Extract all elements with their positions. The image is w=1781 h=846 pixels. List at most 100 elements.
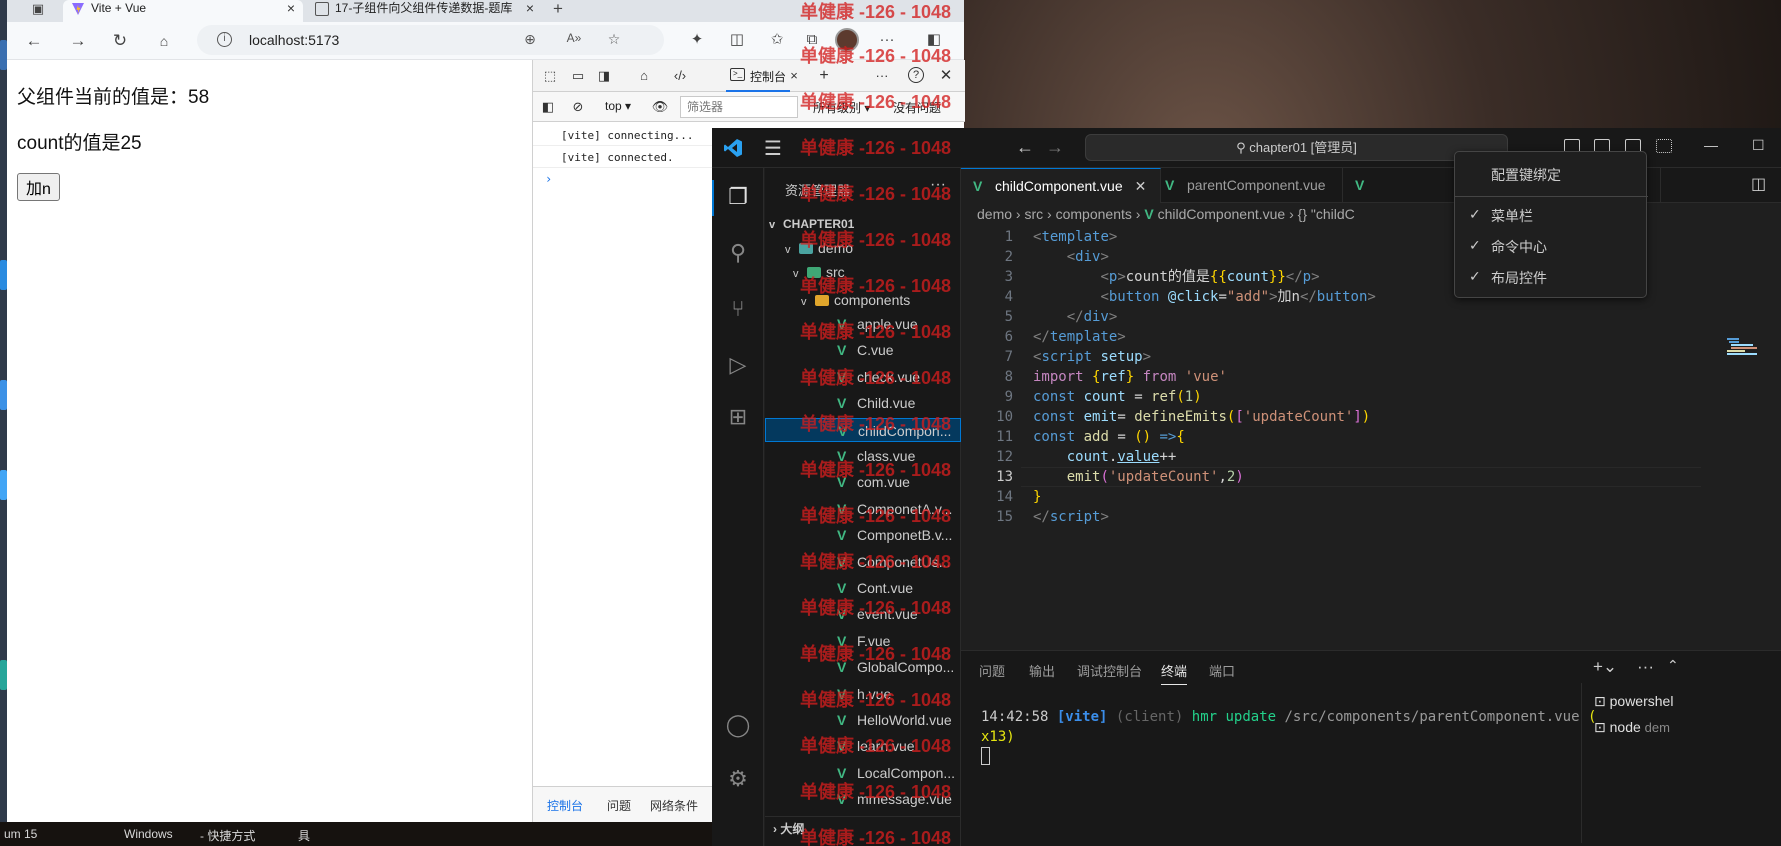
breadcrumb-components[interactable]: components	[1056, 206, 1132, 222]
maximize-panel-icon[interactable]: ⌃	[1667, 657, 1679, 674]
panel-tab-problems[interactable]: 问题	[979, 661, 1005, 680]
workspaces-icon[interactable]: ▣	[27, 0, 49, 20]
sidebar-toggle-icon[interactable]: ◧	[539, 98, 557, 116]
search-icon[interactable]: ⚲	[725, 240, 751, 266]
live-expression-eye-icon[interactable]: 👁	[651, 98, 669, 116]
console-tab-label: 控制台	[750, 70, 787, 84]
source-control-icon[interactable]: ⑂	[725, 296, 751, 322]
help-icon[interactable]: ?	[908, 67, 924, 83]
favorites-icon[interactable]: ✩	[767, 30, 787, 50]
new-tab-icon[interactable]: +	[547, 0, 569, 20]
context-select[interactable]: top ▾	[599, 98, 637, 116]
more-icon[interactable]: ···	[1637, 657, 1654, 677]
clear-console-icon[interactable]: ⊘	[569, 98, 587, 116]
desktop-icon[interactable]	[0, 380, 7, 410]
explorer-icon[interactable]: ❐	[725, 184, 751, 210]
taskbar-tool[interactable]: 具	[298, 827, 310, 844]
zoom-icon[interactable]: ⊕	[521, 31, 539, 49]
terminal-output[interactable]: 14:42:58 [vite] (client) hmr update /src…	[981, 707, 1596, 767]
menu-item-keybindings[interactable]: 配置键绑定	[1491, 165, 1561, 185]
split-screen-icon[interactable]: ◫	[727, 30, 747, 50]
vscode-logo-icon	[724, 139, 742, 157]
vue-file-icon: V	[837, 395, 847, 412]
breadcrumb-src[interactable]: src	[1024, 206, 1043, 222]
add-n-button[interactable]: 加n	[17, 173, 60, 201]
elements-icon[interactable]: ‹/›	[671, 67, 689, 85]
close-icon[interactable]: ×	[522, 0, 534, 16]
taskbar-shortcut[interactable]: - 快捷方式	[200, 827, 255, 844]
taskbar-windows[interactable]: Windows	[124, 827, 173, 841]
close-devtools-icon[interactable]: ✕	[937, 67, 955, 85]
back-icon[interactable]: ←	[1016, 137, 1034, 158]
editor-tabs: VchildComponent.vue ✕ VparentComponent.vu…	[961, 168, 1781, 203]
watermark-text: 单健康 -126 - 1048	[800, 138, 952, 158]
read-aloud-icon[interactable]: A»	[565, 31, 583, 49]
menu-icon[interactable]: ☰	[764, 136, 782, 161]
run-debug-icon[interactable]: ▷	[725, 352, 751, 378]
browser-tab-lesson[interactable]: 17-子组件向父组件传递数据-题库 ×	[307, 0, 542, 22]
minimap[interactable]	[1727, 338, 1767, 358]
breadcrumb-file[interactable]: childComponent.vue	[1158, 206, 1286, 222]
manage-gear-icon[interactable]: ⚙	[725, 766, 751, 792]
breadcrumb-object[interactable]: {} "childC	[1298, 206, 1355, 222]
browser-tab-vite[interactable]: Vite + Vue ×	[63, 0, 303, 22]
forward-icon[interactable]: →	[67, 30, 89, 52]
filter-input[interactable]	[680, 96, 798, 118]
code-editor[interactable]: 1 2 3 4 5 6 7 8 9 10 11 12 13 14 15 <template> <div> <…	[961, 227, 1781, 650]
terminal-item-powershell[interactable]: ⊡ powershel	[1594, 693, 1673, 710]
bottom-panel: 问题 输出 调试控制台 终端 端口 +⌄ ··· ⌃ 14:42:58 [vit…	[961, 650, 1781, 846]
tab-label: 17-子组件向父组件传递数据-题库	[335, 1, 513, 15]
desktop-icon[interactable]	[0, 40, 7, 70]
command-center[interactable]: ⚲ chapter01 [管理员]	[1085, 134, 1508, 161]
breadcrumb-demo[interactable]: demo	[977, 206, 1012, 222]
code-content[interactable]: <template> <div> <p>count的值是{{count}}</p…	[1033, 227, 1376, 527]
menu-item-menubar[interactable]: 菜单栏	[1491, 206, 1533, 226]
account-icon[interactable]: ◯	[725, 712, 751, 738]
tab-child-component[interactable]: VchildComponent.vue ✕	[961, 168, 1162, 203]
url-text[interactable]: localhost:5173	[249, 32, 339, 48]
more-icon[interactable]: ···	[873, 67, 891, 85]
menu-item-command-center[interactable]: 命令中心	[1491, 237, 1547, 257]
menu-item-layout-controls[interactable]: 布局控件	[1491, 268, 1547, 288]
desktop-icon[interactable]	[0, 470, 7, 500]
info-icon[interactable]: i	[217, 32, 232, 47]
back-icon[interactable]: ←	[23, 30, 45, 52]
drawer-tab-network-conditions[interactable]: 网络条件	[650, 797, 698, 814]
home-icon[interactable]: ⌂	[153, 30, 175, 52]
new-terminal-icon[interactable]: +⌄	[1593, 657, 1617, 677]
panel-tab-output[interactable]: 输出	[1029, 661, 1055, 680]
maximize-icon[interactable]: ☐	[1752, 137, 1765, 154]
minimize-icon[interactable]: —	[1704, 137, 1718, 153]
refresh-icon[interactable]: ↻	[109, 30, 131, 52]
close-icon[interactable]: ×	[785, 67, 803, 85]
customize-layout-icon[interactable]	[1656, 139, 1672, 153]
watermark-text: 单健康 -126 - 1048	[800, 736, 952, 756]
terminal-item-node[interactable]: ⊡ node dem	[1594, 719, 1670, 736]
tab-label: childComponent.vue	[995, 178, 1123, 194]
close-icon[interactable]: ✕	[1135, 178, 1147, 194]
favorite-star-icon[interactable]: ☆	[605, 31, 623, 49]
check-icon: ✓	[1469, 268, 1481, 284]
dock-icon[interactable]: ◨	[595, 67, 613, 85]
tab-parent-component[interactable]: VparentComponent.vue	[1153, 168, 1343, 203]
add-tool-icon[interactable]: +	[815, 67, 833, 85]
desktop-icon[interactable]	[0, 660, 7, 690]
drawer-tab-issues[interactable]: 问题	[607, 797, 631, 814]
line-number: 13	[996, 469, 1013, 485]
extensions-icon[interactable]: ⊞	[725, 404, 751, 430]
drawer-tab-console[interactable]: 控制台	[547, 797, 583, 814]
split-editor-icon[interactable]: ◫	[1751, 174, 1766, 194]
panel-tab-terminal[interactable]: 终端	[1161, 661, 1188, 685]
close-icon[interactable]: ×	[287, 0, 295, 16]
url-bar[interactable]: i localhost:5173 ⊕ A» ☆	[197, 25, 664, 55]
forward-icon[interactable]: →	[1046, 137, 1064, 158]
tab-console[interactable]: >_ 控制台	[726, 60, 791, 92]
welcome-home-icon[interactable]: ⌂	[635, 67, 653, 85]
panel-tab-ports[interactable]: 端口	[1209, 661, 1235, 680]
desktop-icon[interactable]	[0, 260, 7, 290]
line-number: 6	[1004, 329, 1013, 345]
extensions-icon[interactable]: ✦	[687, 30, 707, 50]
panel-tab-debug-console[interactable]: 调试控制台	[1077, 661, 1142, 680]
device-toolbar-icon[interactable]: ▭	[569, 67, 587, 85]
inspect-icon[interactable]: ⬚	[541, 67, 559, 85]
